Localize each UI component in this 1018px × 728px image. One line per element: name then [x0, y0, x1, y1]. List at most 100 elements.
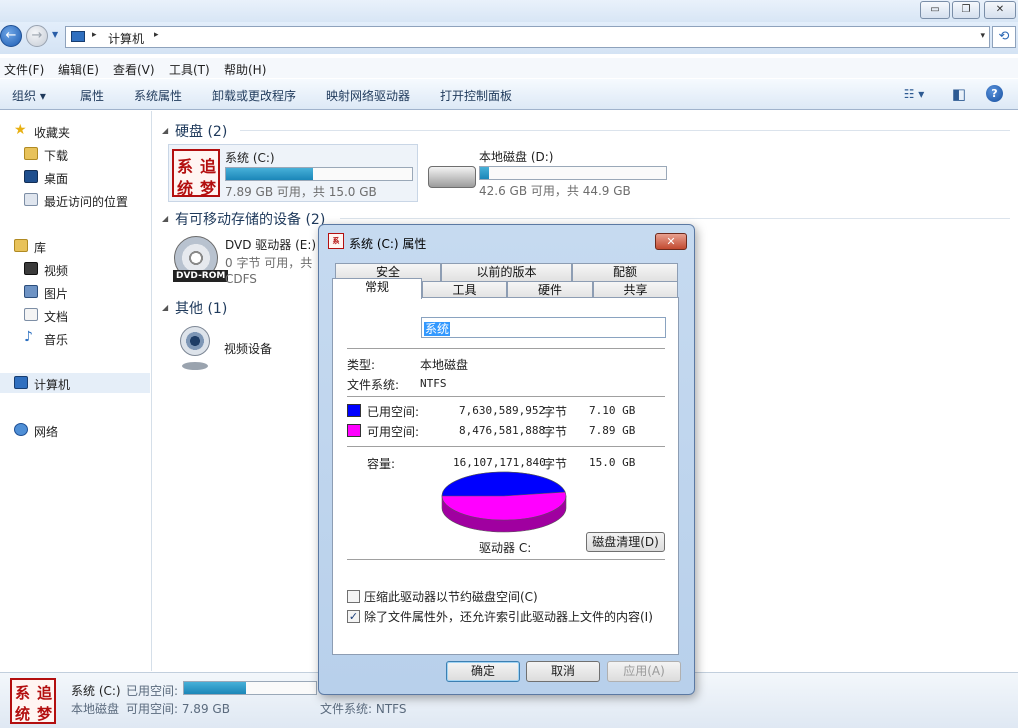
desktop-icon [24, 170, 38, 183]
video-device-name: 视频设备 [224, 342, 273, 356]
nav-pictures[interactable]: 图片 [24, 282, 144, 302]
forward-button[interactable]: → [26, 25, 48, 47]
drive-d-usage-fill [480, 167, 490, 179]
recent-pages-dropdown-icon[interactable]: ▼ [52, 30, 58, 39]
menu-edit[interactable]: 编辑(E) [58, 61, 99, 78]
logo-char: 系 [177, 157, 194, 176]
cancel-button[interactable]: 取消 [526, 661, 600, 682]
nav-music-label: 音乐 [44, 333, 69, 347]
free-space-label: 可用空间: [367, 425, 420, 439]
video-device-tile[interactable]: 视频设备 [170, 320, 318, 374]
free-space-bytes: 8,476,581,888 [459, 424, 546, 437]
title-bar: ▭ ❐ ✕ [0, 0, 1018, 22]
logo-char: 追 [37, 684, 53, 702]
capacity-bytes: 16,107,171,840 [453, 456, 546, 469]
recent-places-icon [24, 193, 38, 206]
ok-button[interactable]: 确定 [446, 661, 520, 682]
group-header-removable[interactable]: 有可移动存储的设备 (2) [175, 209, 325, 229]
nav-favorites[interactable]: ★ 收藏夹 [14, 121, 144, 141]
refresh-icon[interactable]: ⟲ [992, 26, 1016, 48]
nav-music[interactable]: ♪ 音乐 [24, 328, 144, 348]
filesystem-value: NTFS [420, 377, 447, 390]
tab-quota[interactable]: 配额 [572, 263, 678, 281]
compress-label[interactable]: 压缩此驱动器以节约磁盘空间(C) [364, 588, 538, 605]
uninstall-programs-button[interactable]: 卸载或更改程序 [212, 87, 296, 104]
webcam-stand-icon [182, 362, 208, 370]
logo-char: 统 [177, 179, 194, 198]
drive-d-usage-bar [479, 166, 667, 180]
details-drive-type: 本地磁盘 [71, 702, 120, 716]
videos-icon [24, 262, 38, 275]
volume-label-input[interactable]: 系统 [421, 317, 666, 338]
divider [347, 348, 665, 349]
index-label[interactable]: 除了文件属性外，还允许索引此驱动器上文件的内容(I) [364, 608, 653, 625]
collapse-triangle-icon[interactable]: ◢ [162, 303, 168, 312]
breadcrumb-computer[interactable]: 计算机 [108, 30, 144, 47]
details-usage-bar [183, 681, 317, 695]
menu-view[interactable]: 查看(V) [113, 61, 155, 78]
apply-button[interactable]: 应用(A) [607, 661, 681, 682]
menu-help[interactable]: 帮助(H) [224, 61, 266, 78]
nav-computer[interactable]: 计算机 [0, 373, 150, 393]
nav-downloads[interactable]: 下载 [24, 144, 144, 164]
nav-network-label: 网络 [34, 425, 59, 439]
organize-button[interactable]: 组织 ▾ [12, 87, 46, 104]
drive-c-usage-bar [225, 167, 413, 181]
tab-general[interactable]: 常规 [332, 278, 422, 299]
drive-c-free-text: 7.89 GB 可用，共 15.0 GB [225, 185, 377, 199]
nav-videos-label: 视频 [44, 264, 69, 278]
pictures-icon [24, 285, 38, 298]
group-divider [240, 130, 1010, 131]
nav-libraries[interactable]: 库 [14, 236, 144, 256]
dialog-close-button[interactable]: ✕ [655, 233, 687, 250]
menu-tools[interactable]: 工具(T) [169, 61, 210, 78]
used-space-swatch [347, 404, 361, 417]
open-control-panel-button[interactable]: 打开控制面板 [440, 87, 512, 104]
group-header-hard-disks[interactable]: 硬盘 (2) [175, 121, 227, 141]
properties-button[interactable]: 属性 [80, 87, 104, 104]
nav-recent-places[interactable]: 最近访问的位置 [24, 190, 148, 210]
breadcrumb-arrow-icon[interactable]: ▸ [154, 30, 159, 40]
change-view-icon[interactable]: ☷ ▾ [896, 85, 932, 103]
drive-e-tile[interactable]: DVD-ROM DVD 驱动器 (E:) 0 字节 可用，共 CDFS [168, 232, 318, 290]
logo-char: 追 [200, 157, 217, 176]
drive-e-name: DVD 驱动器 (E:) [225, 238, 317, 252]
collapse-triangle-icon[interactable]: ◢ [162, 214, 168, 223]
documents-icon [24, 308, 38, 321]
breadcrumb-arrow-icon[interactable]: ▸ [92, 30, 97, 40]
filesystem-label: 文件系统: [347, 378, 400, 392]
minimize-button[interactable]: ▭ [920, 1, 950, 19]
drive-d-tile[interactable]: 本地磁盘 (D:) 42.6 GB 可用，共 44.9 GB [424, 144, 674, 202]
map-network-drive-button[interactable]: 映射网络驱动器 [326, 87, 410, 104]
bytes-unit: 字节 [543, 425, 568, 439]
type-value: 本地磁盘 [420, 358, 469, 372]
preview-pane-icon[interactable]: ◧ [950, 85, 968, 103]
nav-videos[interactable]: 视频 [24, 259, 144, 279]
compress-checkbox[interactable] [347, 590, 360, 603]
drive-c-tile[interactable]: 系 追 统 梦 系统 (C:) 7.89 GB 可用，共 15.0 GB [168, 144, 418, 202]
help-icon[interactable]: ? [986, 85, 1003, 102]
nav-libraries-label: 库 [34, 241, 47, 255]
maximize-button[interactable]: ❐ [952, 1, 980, 19]
group-header-other[interactable]: 其他 (1) [175, 298, 227, 318]
nav-documents[interactable]: 文档 [24, 305, 144, 325]
menu-file[interactable]: 文件(F) [4, 61, 44, 78]
drive-e-free-text: 0 字节 可用，共 [225, 256, 313, 270]
used-space-label: 已用空间: [367, 405, 420, 419]
nav-desktop[interactable]: 桌面 [24, 167, 144, 187]
computer-icon [14, 376, 28, 389]
used-space-bytes: 7,630,589,952 [459, 404, 546, 417]
address-bar[interactable]: ▸ 计算机 ▸ ▾ [65, 26, 990, 48]
nav-favorites-label: 收藏夹 [34, 126, 71, 140]
index-checkbox[interactable]: ✓ [347, 610, 360, 623]
disk-cleanup-button[interactable]: 磁盘清理(D) [586, 532, 665, 552]
nav-network[interactable]: 网络 [14, 420, 144, 440]
address-dropdown-icon[interactable]: ▾ [980, 31, 985, 41]
collapse-triangle-icon[interactable]: ◢ [162, 126, 168, 135]
drive-c-name: 系统 (C:) [225, 151, 275, 165]
tab-previous-versions[interactable]: 以前的版本 [441, 263, 572, 281]
downloads-folder-icon [24, 147, 38, 160]
system-properties-button[interactable]: 系统属性 [134, 87, 182, 104]
close-button[interactable]: ✕ [984, 1, 1016, 19]
back-button[interactable]: ← [0, 25, 22, 47]
